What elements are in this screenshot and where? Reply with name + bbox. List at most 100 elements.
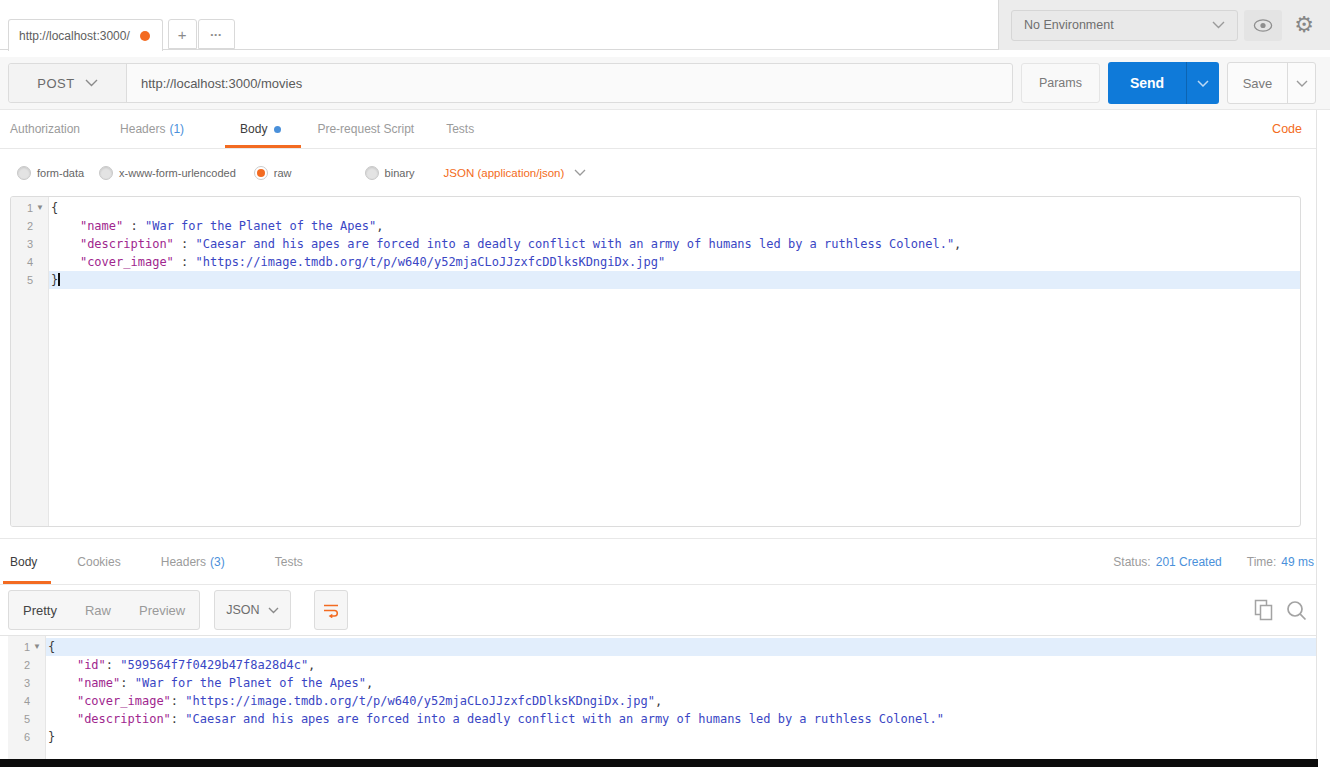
code-area[interactable]: { "id": "599564f7f0429b47f8a28d4c", "nam…: [46, 636, 1316, 759]
tab-label: Tests: [275, 555, 303, 569]
search-icon[interactable]: [1286, 600, 1307, 621]
send-button-group: Send: [1108, 62, 1219, 104]
tab-body[interactable]: Body: [225, 110, 301, 148]
code-line[interactable]: {: [46, 638, 1316, 656]
chevron-down-icon: [1296, 80, 1308, 87]
wrap-text-icon: [323, 602, 339, 618]
code-line[interactable]: "name": "War for the Planet of the Apes"…: [46, 674, 1316, 692]
content-type-selector[interactable]: JSON (application/json): [444, 167, 587, 179]
tab-label: Tests: [446, 122, 474, 136]
method-value: POST: [37, 76, 74, 91]
gear-icon: ⚙: [1294, 12, 1314, 38]
code-line[interactable]: "description" : "Caesar and his apes are…: [49, 235, 1300, 253]
radio-icon: [17, 166, 31, 180]
radio-icon: [99, 166, 113, 180]
status-label: Status:: [1113, 555, 1150, 569]
wrap-text-button[interactable]: [314, 590, 348, 630]
line-number: 5: [11, 271, 48, 289]
text-cursor: [58, 273, 60, 286]
chevron-down-icon: [574, 169, 586, 176]
settings-button[interactable]: ⚙: [1288, 10, 1320, 41]
response-tab-body[interactable]: Body: [3, 539, 51, 584]
view-pretty[interactable]: Pretty: [9, 591, 71, 629]
send-options-button[interactable]: [1186, 62, 1219, 104]
radio-label: form-data: [37, 167, 84, 179]
time-value: 49 ms: [1281, 555, 1314, 569]
bottom-black-bar: [0, 759, 1318, 767]
radio-label: x-www-form-urlencoded: [119, 167, 236, 179]
url-builder-bar: POST http://localhost:3000/movies Params…: [0, 57, 1330, 110]
save-options-button[interactable]: [1287, 63, 1315, 103]
radio-label: binary: [385, 167, 415, 179]
body-type-raw[interactable]: raw: [254, 166, 292, 180]
code-line[interactable]: }: [46, 728, 1316, 746]
response-format-selector[interactable]: JSON: [214, 590, 290, 630]
tab-pre-request-script[interactable]: Pre-request Script: [301, 110, 430, 148]
new-tab-button[interactable]: +: [168, 19, 197, 49]
code-line[interactable]: "cover_image": "https://image.tmdb.org/t…: [46, 692, 1316, 710]
code-area[interactable]: { "name" : "War for the Planet of the Ap…: [49, 197, 1300, 526]
view-raw[interactable]: Raw: [71, 591, 125, 629]
environment-selector[interactable]: No Environment: [1011, 10, 1238, 41]
response-tab-cookies[interactable]: Cookies: [70, 539, 134, 584]
body-active-dot: [274, 126, 281, 133]
code-link[interactable]: Code: [1272, 110, 1302, 148]
code-line[interactable]: "name" : "War for the Planet of the Apes…: [49, 217, 1300, 235]
tab-overflow-button[interactable]: •••: [198, 19, 235, 49]
response-actions: [1254, 599, 1307, 621]
fold-arrow-icon[interactable]: ▼: [33, 199, 47, 217]
environment-quick-look-button[interactable]: [1244, 10, 1282, 41]
request-tabs: Authorization Headers (1) Body Pre-reque…: [0, 110, 1316, 149]
method-selector[interactable]: POST: [9, 64, 127, 102]
body-type-urlencoded[interactable]: x-www-form-urlencoded: [99, 166, 236, 180]
copy-icon[interactable]: [1254, 599, 1274, 621]
unsaved-changes-dot: [140, 31, 150, 41]
line-number: 4: [11, 253, 48, 271]
response-meta: Status: 201 Created Time: 49 ms: [1113, 539, 1316, 584]
line-number: 1▼: [8, 638, 45, 656]
request-response-pane: Authorization Headers (1) Body Pre-reque…: [0, 110, 1317, 759]
request-tab[interactable]: http://localhost:3000/: [8, 19, 163, 51]
fold-arrow-icon[interactable]: ▼: [30, 638, 44, 656]
code-line[interactable]: "cover_image" : "https://image.tmdb.org/…: [49, 253, 1300, 271]
spacer: [0, 527, 1316, 538]
body-type-row: form-data x-www-form-urlencoded raw bina…: [0, 149, 1316, 196]
tab-label: Headers: [161, 555, 206, 569]
request-tab-strip: http://localhost:3000/ + •••: [0, 0, 998, 50]
chevron-down-icon: [268, 607, 279, 614]
code-line[interactable]: {: [49, 199, 1300, 217]
tab-label: Body: [10, 555, 37, 569]
response-body-viewer[interactable]: 1▼23456 { "id": "599564f7f0429b47f8a28d4…: [8, 636, 1316, 759]
save-button[interactable]: Save: [1228, 63, 1287, 103]
tab-label: Pre-request Script: [317, 122, 414, 136]
line-number-gutter: 1▼2345: [11, 197, 49, 526]
response-tab-tests[interactable]: Tests: [268, 539, 317, 584]
line-number: 6: [8, 728, 45, 746]
response-toolbar: Pretty Raw Preview JSON: [0, 585, 1316, 635]
body-type-binary[interactable]: binary: [365, 166, 415, 180]
chevron-down-icon: [85, 79, 98, 87]
save-button-group: Save: [1227, 62, 1316, 104]
body-type-form-data[interactable]: form-data: [17, 166, 84, 180]
line-number: 3: [8, 674, 45, 692]
chevron-down-icon: [1212, 21, 1225, 29]
radio-label: raw: [274, 167, 292, 179]
tab-tests[interactable]: Tests: [430, 110, 490, 148]
tab-count: (3): [210, 555, 225, 569]
radio-selected-icon: [254, 166, 268, 180]
response-tabs: Body Cookies Headers (3) Tests Status: 2…: [0, 538, 1316, 585]
request-body-editor[interactable]: 1▼2345 { "name" : "War for the Planet of…: [10, 196, 1301, 527]
code-line[interactable]: "id": "599564f7f0429b47f8a28d4c",: [46, 656, 1316, 674]
tab-authorization[interactable]: Authorization: [0, 110, 96, 148]
code-line[interactable]: "description": "Caesar and his apes are …: [46, 710, 1316, 728]
tab-headers[interactable]: Headers (1): [104, 110, 200, 148]
top-bar: http://localhost:3000/ + ••• No Environm…: [0, 0, 1330, 50]
params-button[interactable]: Params: [1021, 63, 1100, 103]
url-input[interactable]: http://localhost:3000/movies: [127, 64, 1012, 102]
response-tab-headers[interactable]: Headers (3): [154, 539, 239, 584]
view-preview[interactable]: Preview: [125, 591, 199, 629]
send-button[interactable]: Send: [1108, 62, 1186, 104]
tab-label: Authorization: [10, 122, 80, 136]
code-line[interactable]: }: [49, 271, 1300, 289]
radio-icon: [365, 166, 379, 180]
